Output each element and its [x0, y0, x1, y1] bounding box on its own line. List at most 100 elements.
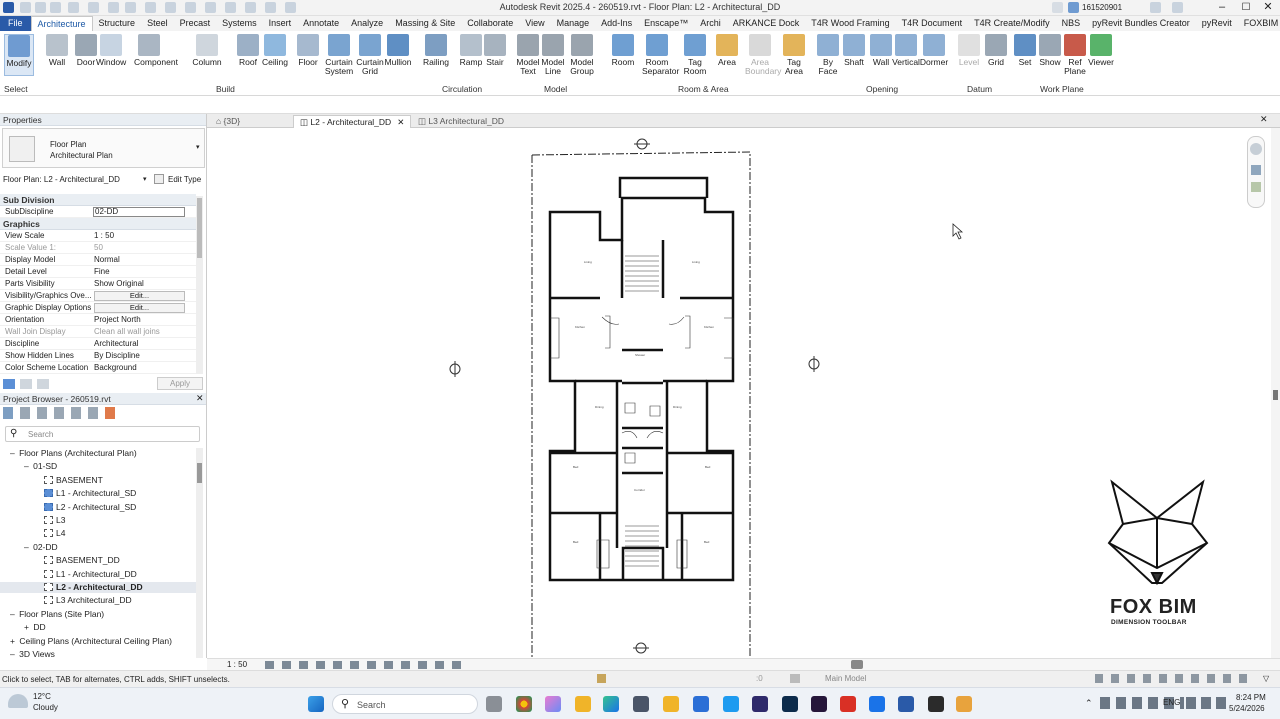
tool-level[interactable]: Level: [954, 34, 984, 67]
copilot-icon[interactable]: [545, 696, 561, 712]
section-header[interactable]: Graphics: [0, 218, 196, 230]
tab-t4r-wood-framing[interactable]: T4R Wood Framing: [805, 16, 895, 31]
browser-item[interactable]: + DD: [0, 622, 196, 633]
property-value[interactable]: Normal: [94, 254, 120, 266]
tab-precast[interactable]: Precast: [174, 16, 217, 31]
photoshop-icon[interactable]: [782, 696, 798, 712]
browser-item[interactable]: BASEMENT_DD: [0, 555, 196, 566]
tool-viewer[interactable]: Viewer: [1086, 34, 1116, 67]
collapse-icon[interactable]: –: [10, 649, 17, 658]
tool-shaft[interactable]: Shaft: [839, 34, 869, 67]
tool-column[interactable]: Column: [192, 34, 222, 67]
view-controls[interactable]: [265, 661, 465, 669]
browser-item[interactable]: – Floor Plans (Site Plan): [0, 609, 196, 620]
sort-order-icon[interactable]: [37, 379, 49, 389]
tab-structure[interactable]: Structure: [93, 16, 142, 31]
browser-item[interactable]: L1 - Architectural_SD: [0, 488, 196, 499]
browser-scrollbar[interactable]: [196, 448, 203, 658]
property-value[interactable]: Show Original: [94, 278, 144, 290]
tab-systems[interactable]: Systems: [216, 16, 263, 31]
search-input[interactable]: ⚲ Search: [5, 426, 200, 442]
minimize-button[interactable]: –: [1212, 0, 1232, 16]
browser-toolbar[interactable]: [3, 407, 125, 419]
collapse-icon[interactable]: –: [24, 461, 31, 471]
tool-railing[interactable]: Railing: [421, 34, 451, 67]
tab-nbs[interactable]: NBS: [1056, 16, 1087, 31]
subdiscipline-input[interactable]: 02-DD: [93, 207, 185, 217]
tool-model-group[interactable]: Model Group: [567, 34, 597, 76]
group-room-area[interactable]: Room & Area: [678, 84, 729, 94]
horizontal-scroll-thumb[interactable]: [851, 660, 863, 669]
tool-wall[interactable]: Wall: [42, 34, 72, 67]
close-icon[interactable]: ✕: [1260, 114, 1268, 125]
taskbar-search[interactable]: ⚲ Search: [332, 694, 478, 714]
filter-icon[interactable]: [3, 379, 15, 389]
tab-arkance-dock[interactable]: ARKANCE Dock: [727, 16, 806, 31]
browser-item[interactable]: L2 - Architectural_SD: [0, 502, 196, 513]
maximize-button[interactable]: ☐: [1236, 0, 1256, 16]
type-selector[interactable]: Floor Plan Architectural Plan ▾: [2, 128, 205, 168]
after-effects-icon[interactable]: [752, 696, 768, 712]
browser-item[interactable]: L2 - Architectural_DD: [0, 582, 196, 593]
instance-selector[interactable]: Floor Plan: L2 - Architectural_DD: [3, 175, 120, 184]
browser-item[interactable]: L3 Architectural_DD: [0, 595, 196, 606]
tool-curtain-grid[interactable]: Curtain Grid: [355, 34, 385, 76]
start-icon[interactable]: [308, 696, 324, 712]
app-icon[interactable]: [928, 696, 944, 712]
weather-temp[interactable]: 12°C: [33, 692, 51, 701]
tool-curtain-system[interactable]: Curtain System: [324, 34, 354, 76]
weather-icon[interactable]: [8, 694, 28, 708]
close-icon[interactable]: ✕: [196, 393, 204, 404]
tool-tag-room[interactable]: Tag Room: [680, 34, 710, 76]
tool-vertical[interactable]: Vertical: [891, 34, 921, 67]
tab-archi[interactable]: Archi: [694, 16, 727, 31]
zoom-region-icon[interactable]: [1251, 182, 1261, 192]
tab-l3-architectural-dd[interactable]: ◫ L3 Architectural_DD: [412, 115, 510, 128]
group-select[interactable]: Select: [4, 84, 28, 94]
tool-dormer[interactable]: Dormer: [919, 34, 949, 67]
tab-architecture[interactable]: Architecture: [30, 16, 93, 31]
tool-stair[interactable]: Stair: [480, 34, 510, 67]
acrobat-icon[interactable]: [840, 696, 856, 712]
section-header[interactable]: Sub Division: [0, 194, 196, 206]
tab-manage[interactable]: Manage: [551, 16, 596, 31]
tab-massing-site[interactable]: Massing & Site: [389, 16, 461, 31]
collapse-icon[interactable]: –: [24, 542, 31, 552]
tab-pyrevit[interactable]: pyRevit: [1196, 16, 1238, 31]
vertical-scrollbar[interactable]: [1271, 128, 1280, 658]
properties-scrollbar[interactable]: [196, 196, 203, 374]
tool-roof[interactable]: Roof: [233, 34, 263, 67]
browser-item[interactable]: BASEMENT: [0, 475, 196, 486]
tab-annotate[interactable]: Annotate: [297, 16, 345, 31]
app-icon[interactable]: [723, 696, 739, 712]
store-icon[interactable]: [633, 696, 649, 712]
collapse-icon[interactable]: –: [10, 448, 17, 458]
edit-type-button[interactable]: Edit Type: [168, 175, 201, 184]
tool-room[interactable]: Room: [608, 34, 638, 67]
clock-date[interactable]: 5/24/2026: [1229, 704, 1265, 713]
tool-tag-area[interactable]: Tag Area: [779, 34, 809, 76]
chevron-up-icon[interactable]: ⌃: [1085, 698, 1093, 709]
chrome-icon[interactable]: [516, 696, 532, 712]
tab-add-ins[interactable]: Add-Ins: [595, 16, 638, 31]
tool-model-line[interactable]: Model Line: [538, 34, 568, 76]
view-scale[interactable]: 1 : 50: [227, 660, 247, 669]
home-icon[interactable]: [1052, 2, 1063, 13]
browser-item[interactable]: L4: [0, 528, 196, 539]
tab-pyrevit-bundles-creator[interactable]: pyRevit Bundles Creator: [1086, 16, 1196, 31]
property-value[interactable]: Fine: [94, 266, 110, 278]
property-value[interactable]: 1 : 50: [94, 230, 114, 242]
task-view-icon[interactable]: [486, 696, 502, 712]
tool-mullion[interactable]: Mullion: [383, 34, 413, 67]
zoom-icon[interactable]: [1251, 165, 1261, 175]
media-encoder-icon[interactable]: [811, 696, 827, 712]
tool-room-separator[interactable]: Room Separator: [642, 34, 679, 76]
expand-icon[interactable]: +: [10, 636, 17, 646]
property-value[interactable]: Architectural: [94, 338, 138, 350]
tool-area-boundary[interactable]: Area Boundary: [745, 34, 781, 76]
tab-foxbim[interactable]: FOXBIM: [1238, 16, 1280, 31]
collapse-icon[interactable]: –: [10, 609, 17, 619]
tab-t4r-document[interactable]: T4R Document: [896, 16, 969, 31]
active-model[interactable]: Main Model: [825, 674, 866, 683]
tab-t4r-create-modify[interactable]: T4R Create/Modify: [968, 16, 1056, 31]
